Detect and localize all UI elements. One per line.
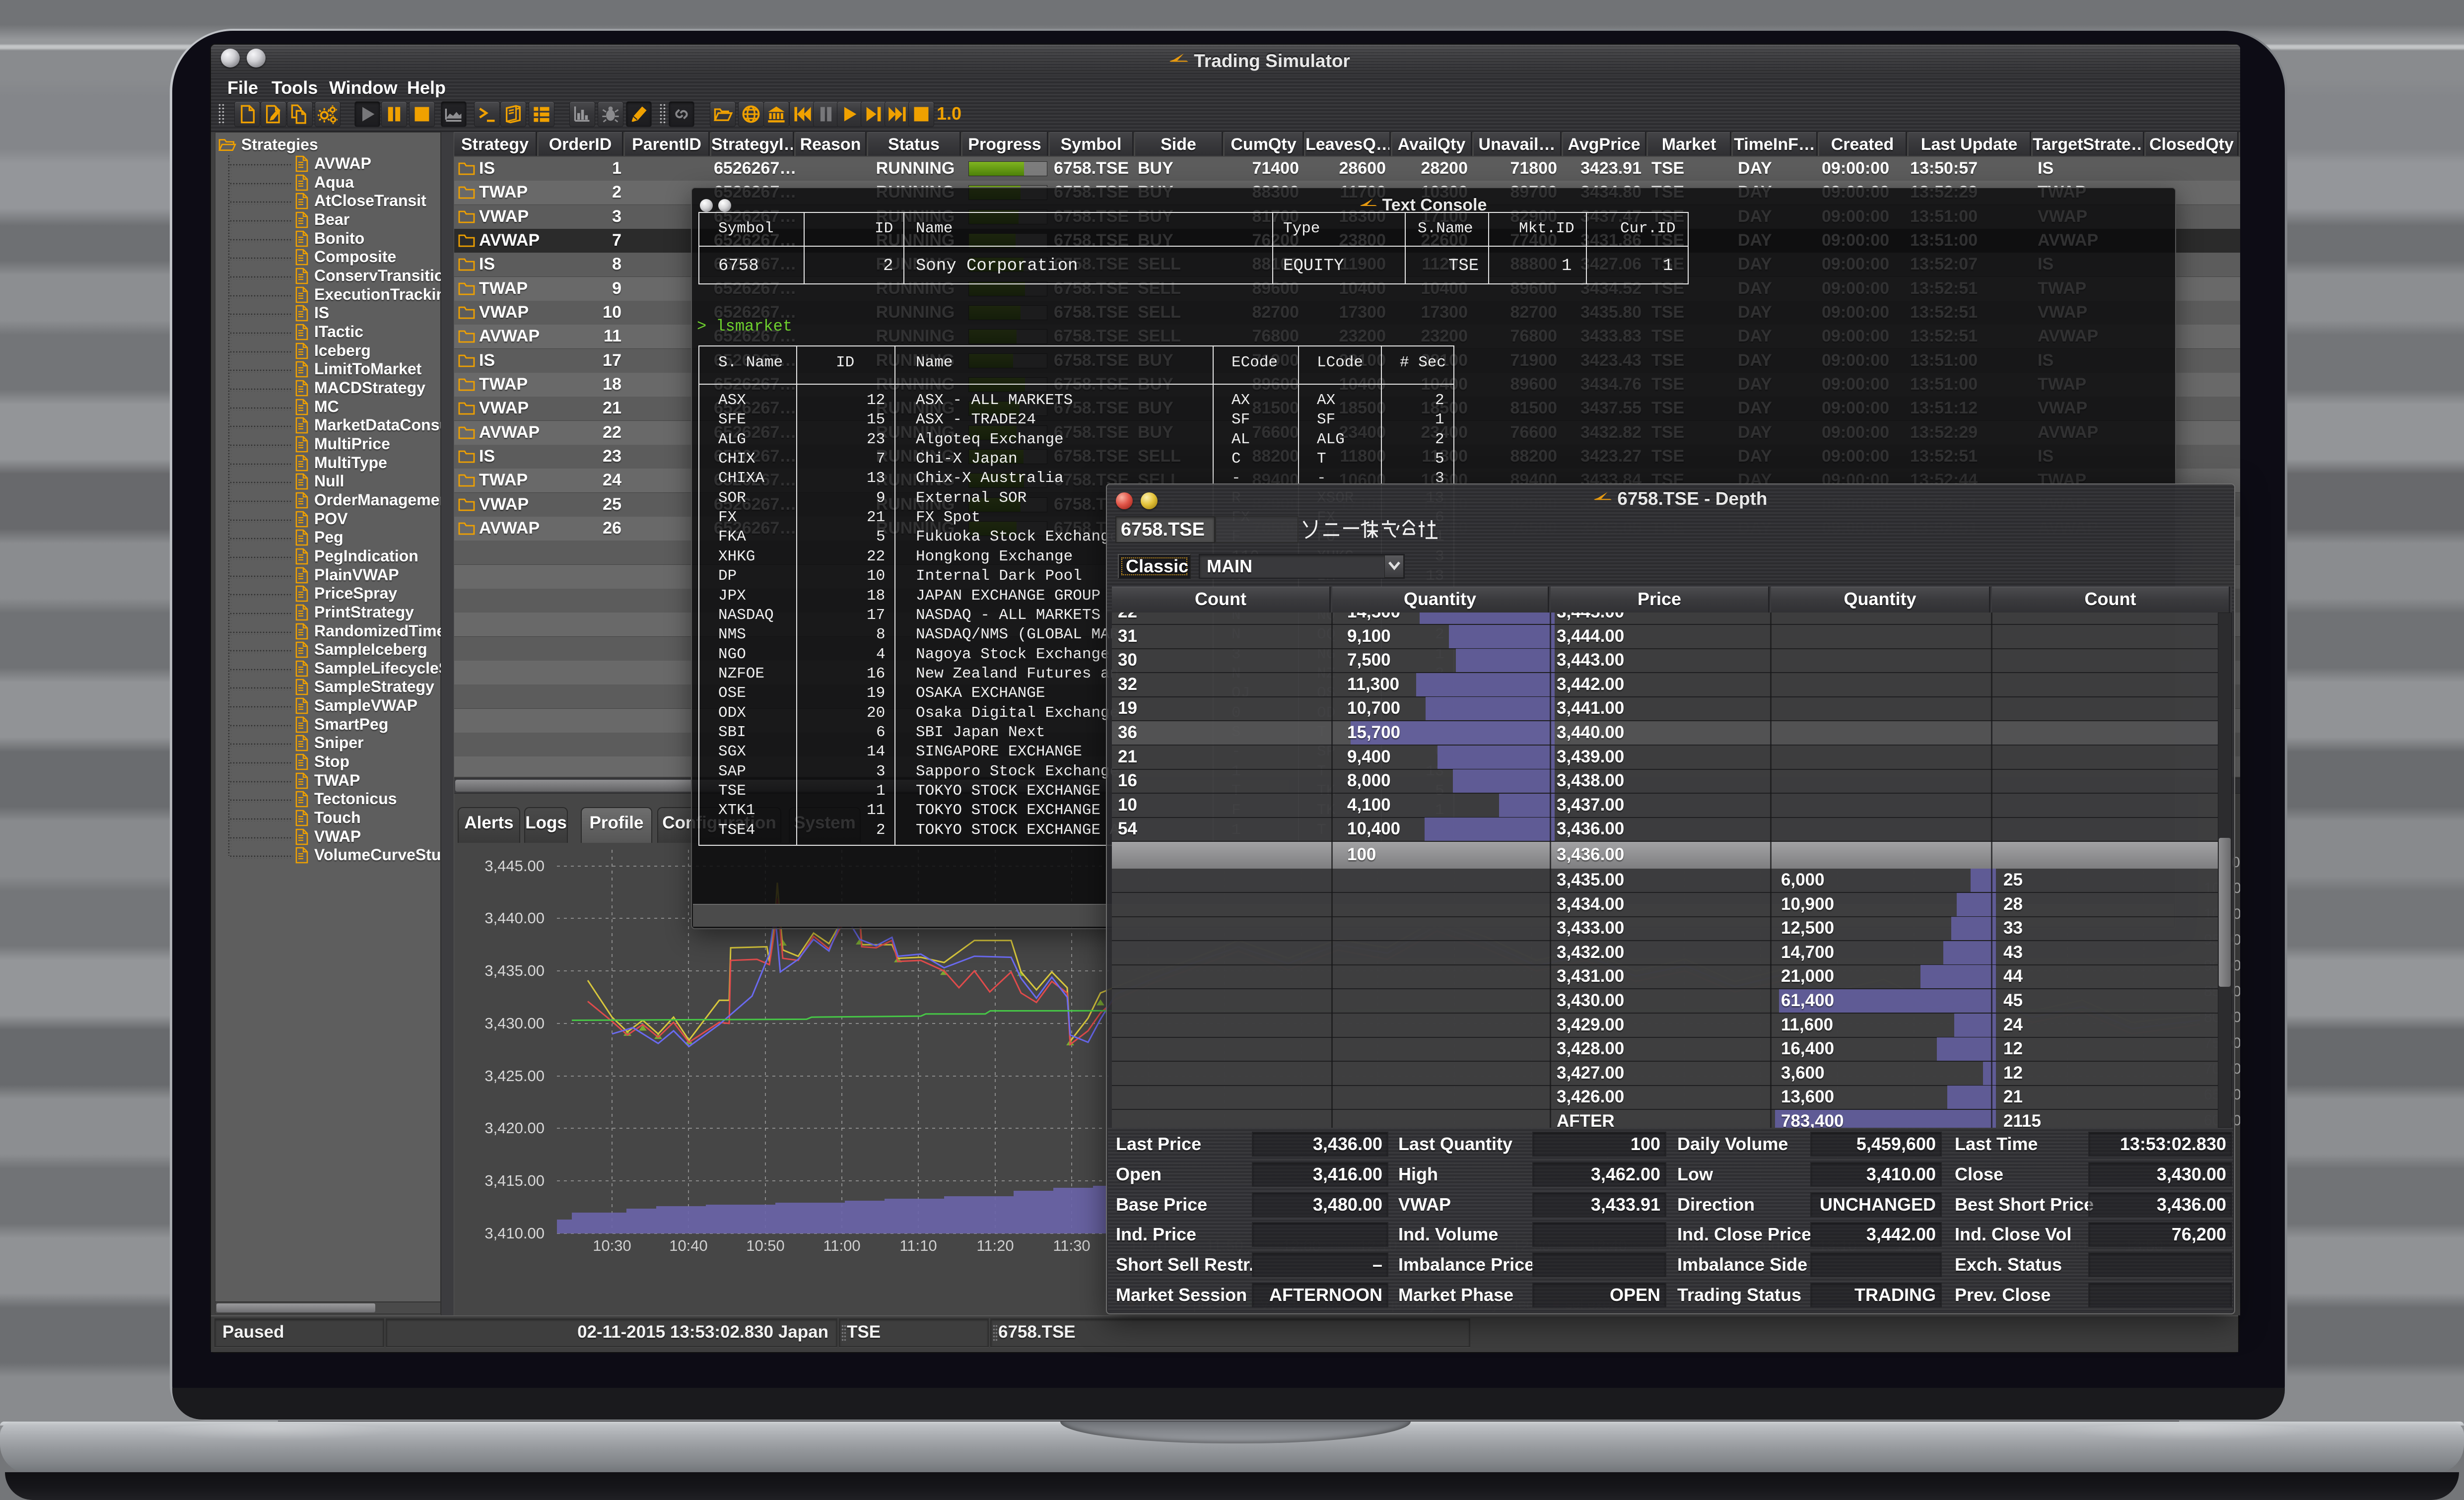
svg-text:11:00: 11:00	[823, 1237, 860, 1254]
svg-text:3,430.00: 3,430.00	[484, 1015, 545, 1032]
svg-text:3,440.00: 3,440.00	[484, 909, 545, 927]
svg-text:3,445.00: 3,445.00	[484, 857, 545, 875]
svg-text:11:20: 11:20	[976, 1237, 1014, 1254]
svg-text:11:10: 11:10	[899, 1237, 937, 1254]
svg-text:10:40: 10:40	[669, 1237, 708, 1254]
svg-text:10:50: 10:50	[746, 1237, 785, 1254]
svg-text:3,420.00: 3,420.00	[484, 1119, 545, 1137]
svg-text:3,425.00: 3,425.00	[484, 1067, 545, 1085]
svg-text:10:30: 10:30	[593, 1237, 631, 1254]
svg-text:3,410.00: 3,410.00	[484, 1225, 545, 1242]
svg-text:11:30: 11:30	[1053, 1237, 1090, 1254]
svg-text:3,415.00: 3,415.00	[484, 1172, 545, 1189]
svg-text:3,435.00: 3,435.00	[484, 962, 545, 979]
